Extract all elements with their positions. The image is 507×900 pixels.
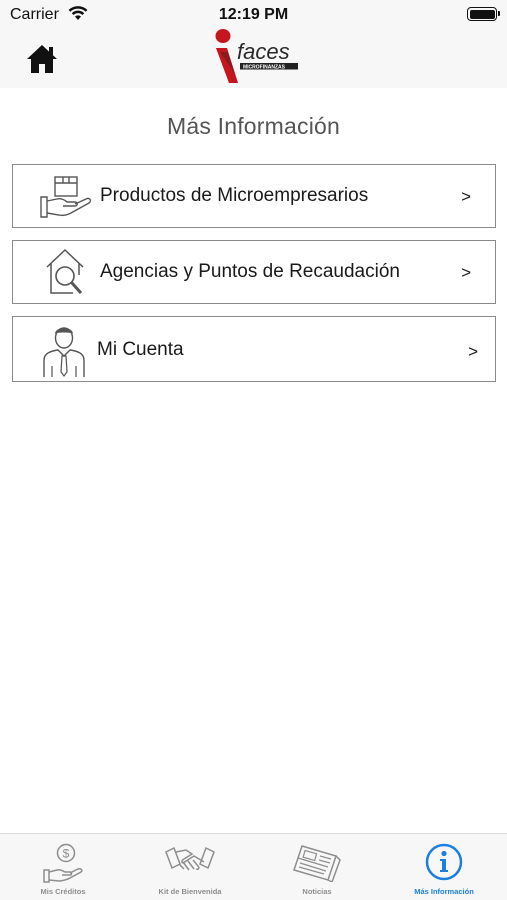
tab-noticias[interactable]: Noticias [254, 834, 380, 900]
chevron-right-icon: > [461, 263, 471, 282]
box-hand-icon [40, 176, 92, 218]
chevron-right-icon: > [468, 342, 478, 361]
battery-icon [467, 7, 500, 21]
tab-label: Mis Créditos [40, 887, 86, 896]
svg-text:$: $ [63, 847, 70, 861]
money-hand-icon: $ [43, 843, 83, 883]
menu-item-productos[interactable]: Productos de Microempresarios > [12, 164, 496, 228]
handshake-icon [165, 846, 215, 871]
info-icon [425, 843, 463, 881]
tab-label: Más Información [414, 887, 474, 896]
newspaper-icon [293, 845, 341, 882]
status-bar: Carrier 12:19 PM [0, 0, 507, 30]
faces-logo: faces MICROFINANZAS [215, 29, 298, 83]
home-icon [27, 45, 57, 73]
tab-label: Noticias [302, 887, 332, 896]
person-icon [43, 327, 85, 377]
app-header: faces MICROFINANZAS [0, 29, 507, 88]
tab-bar: $ Mis Créditos Kit de Bienvenida Noticia… [0, 833, 507, 900]
chevron-right-icon: > [461, 187, 471, 206]
menu-item-label: Mi Cuenta [97, 339, 184, 360]
home-button[interactable] [24, 42, 60, 76]
page-title: Más Información [166, 113, 340, 139]
tab-mas-informacion[interactable]: Más Información [381, 834, 507, 900]
menu-item-label: Agencias y Puntos de Recaudación [100, 261, 400, 282]
svg-text:faces: faces [237, 39, 290, 64]
menu-item-mi-cuenta[interactable]: Mi Cuenta > [12, 316, 496, 382]
menu-item-agencias[interactable]: Agencias y Puntos de Recaudación > [12, 240, 496, 304]
tab-label: Kit de Bienvenida [158, 887, 222, 896]
house-search-icon [46, 248, 84, 295]
status-time: 12:19 PM [218, 6, 289, 23]
tab-mis-creditos[interactable]: $ Mis Créditos [0, 834, 126, 900]
tab-kit-de-bienvenida[interactable]: Kit de Bienvenida [127, 834, 253, 900]
svg-text:MICROFINANZAS: MICROFINANZAS [243, 65, 286, 71]
menu-item-label: Productos de Microempresarios [100, 185, 369, 206]
